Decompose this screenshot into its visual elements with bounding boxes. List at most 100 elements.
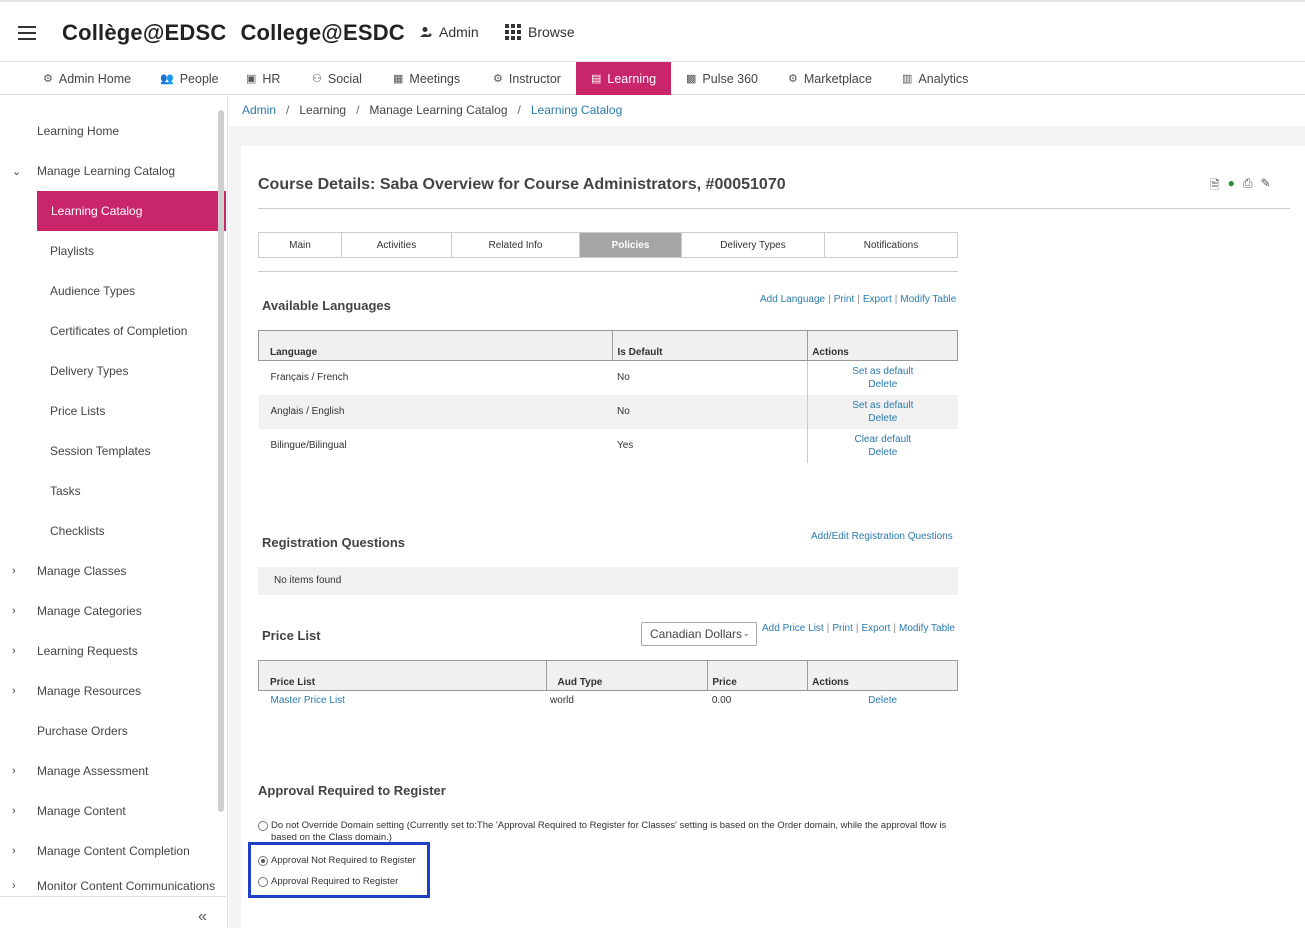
add-edit-registration-questions-link[interactable]: Add/Edit Registration Questions: [811, 531, 953, 542]
print-link[interactable]: Print: [834, 294, 855, 305]
nav-people[interactable]: 👥 People: [160, 62, 219, 95]
registration-links: Add/Edit Registration Questions: [811, 531, 953, 542]
chevron-down-icon: ⌄: [742, 628, 750, 638]
modify-table-link[interactable]: Modify Table: [899, 623, 955, 634]
globe-icon[interactable]: ●: [1228, 176, 1235, 197]
meetings-icon: ▦: [393, 73, 404, 85]
nav-instructor[interactable]: ⚙ Instructor: [493, 62, 561, 95]
tab-activities[interactable]: Activities: [341, 232, 451, 258]
languages-table: Language Is Default Actions Français / F…: [257, 330, 958, 463]
breadcrumb-manage: Manage Learning Catalog: [369, 103, 508, 117]
column-header-is-default: Is Default: [612, 330, 809, 361]
actions-cell: Set as default Delete: [807, 394, 958, 429]
currency-value: Canadian Dollars: [650, 627, 743, 641]
module-nav: ⚙ Admin Home 👥 People ▣ HR ⚇ Social ▦ Meeting…: [0, 62, 1305, 95]
approval-option-label: Do not Override Domain setting (Currentl…: [271, 820, 947, 843]
chevron-right-icon: ›: [12, 845, 16, 857]
set-default-link[interactable]: Set as default: [808, 365, 957, 378]
content-left-band: [229, 126, 241, 928]
title-actions: 🗎 ● ⎙ ✎: [1210, 176, 1271, 197]
tabs-divider: [258, 271, 958, 272]
languages-section-title: Available Languages: [262, 298, 391, 313]
nav-learning[interactable]: ▤ Learning: [576, 62, 671, 95]
nav-hr[interactable]: ▣ HR: [246, 62, 280, 95]
delete-link[interactable]: Delete: [868, 695, 897, 706]
chevron-down-icon: ⌄: [12, 165, 22, 178]
print-icon[interactable]: ⎙: [1243, 176, 1253, 197]
export-link[interactable]: Export: [863, 294, 892, 305]
hr-icon: ▣: [246, 73, 257, 85]
radio-button[interactable]: [258, 821, 268, 831]
no-items-message: No items found: [258, 567, 958, 595]
delete-link[interactable]: Delete: [808, 412, 957, 425]
is-default-cell: No: [616, 372, 630, 384]
nav-marketplace[interactable]: ⚙ Marketplace: [788, 62, 872, 95]
breadcrumb: Admin / Learning / Manage Learning Catalog / L…: [242, 103, 622, 117]
master-price-list-link[interactable]: Master Price List: [271, 695, 345, 706]
marketplace-icon: ⚙: [788, 73, 798, 85]
table-row: Bilingue/Bilingual Yes Clear default Dele…: [259, 428, 958, 463]
tab-notifications[interactable]: Notifications: [824, 232, 958, 258]
nav-meetings[interactable]: ▦ Meetings: [393, 62, 460, 95]
column-header-price-list: Price List: [258, 660, 547, 691]
learning-icon: ▤: [591, 73, 602, 85]
tab-main[interactable]: Main: [258, 232, 341, 258]
chevron-right-icon: ›: [12, 605, 16, 617]
sidebar-item-delivery-types[interactable]: Delivery Types: [0, 351, 226, 391]
aud-type-cell: world: [550, 695, 574, 706]
print-link[interactable]: Print: [832, 623, 853, 634]
sidebar-item-manage-classes[interactable]: › Manage Classes: [0, 551, 226, 591]
modify-table-link[interactable]: Modify Table: [900, 294, 956, 305]
edit-icon[interactable]: ✎: [1261, 176, 1271, 197]
sidebar-item-tasks[interactable]: Tasks: [0, 471, 226, 511]
sidebar-item-price-lists[interactable]: Price Lists: [0, 391, 226, 431]
sidebar-item-manage-resources[interactable]: › Manage Resources: [0, 671, 226, 711]
chevron-right-icon: ›: [12, 685, 16, 697]
sidebar-item-learning-catalog[interactable]: Learning Catalog: [37, 191, 226, 231]
chevron-right-icon: ›: [12, 880, 16, 892]
column-header-language: Language: [257, 330, 614, 361]
sidebar-item-learning-home[interactable]: Learning Home: [0, 111, 226, 151]
sidebar-item-playlists[interactable]: Playlists: [0, 231, 226, 271]
language-cell: Français / French: [270, 372, 349, 384]
admin-button[interactable]: Admin: [420, 24, 479, 40]
nav-social[interactable]: ⚇ Social: [312, 62, 362, 95]
sidebar-item-purchase-orders[interactable]: Purchase Orders: [0, 711, 226, 751]
collapse-sidebar-icon[interactable]: «: [198, 908, 207, 926]
breadcrumb-catalog[interactable]: Learning Catalog: [531, 103, 622, 117]
nav-admin-home[interactable]: ⚙ Admin Home: [43, 62, 131, 95]
set-default-link[interactable]: Set as default: [808, 399, 957, 412]
breadcrumb-admin[interactable]: Admin: [242, 103, 276, 117]
page-title: Course Details: Saba Overview for Course…: [258, 176, 786, 193]
sidebar-item-manage-content[interactable]: › Manage Content: [0, 791, 226, 831]
sidebar-item-manage-assessment[interactable]: › Manage Assessment: [0, 751, 226, 791]
export-link[interactable]: Export: [861, 623, 890, 634]
add-price-list-link[interactable]: Add Price List: [762, 623, 824, 634]
document-icon[interactable]: 🗎: [1210, 176, 1220, 197]
delete-link[interactable]: Delete: [808, 446, 957, 459]
add-language-link[interactable]: Add Language: [760, 294, 825, 305]
delete-link[interactable]: Delete: [808, 378, 957, 391]
admin-person-icon: [420, 27, 432, 37]
table-row: Français / French No Set as default Delet…: [259, 360, 958, 395]
app-brand[interactable]: Collège@EDSC College@ESDC: [62, 20, 405, 46]
approval-option-override[interactable]: Do not Override Domain setting (Currentl…: [258, 820, 958, 844]
sidebar-item-manage-content-completion[interactable]: › Manage Content Completion: [0, 831, 226, 871]
sidebar-item-checklists[interactable]: Checklists: [0, 511, 226, 551]
sidebar-scrollbar[interactable]: [218, 110, 224, 812]
browse-button[interactable]: Browse: [505, 24, 575, 40]
currency-select[interactable]: Canadian Dollars ⌄: [641, 622, 757, 646]
sidebar-item-learning-requests[interactable]: › Learning Requests: [0, 631, 226, 671]
tab-policies[interactable]: Policies: [579, 232, 681, 258]
sidebar-item-manage-learning-catalog[interactable]: ⌄ Manage Learning Catalog: [0, 151, 226, 191]
clear-default-link[interactable]: Clear default: [808, 433, 957, 446]
sidebar-item-manage-categories[interactable]: › Manage Categories: [0, 591, 226, 631]
tab-delivery-types[interactable]: Delivery Types: [681, 232, 824, 258]
sidebar-item-session-templates[interactable]: Session Templates: [0, 431, 226, 471]
tab-related-info[interactable]: Related Info: [451, 232, 579, 258]
sidebar-item-audience-types[interactable]: Audience Types: [0, 271, 226, 311]
sidebar-item-certificates[interactable]: Certificates of Completion: [0, 311, 226, 351]
menu-icon[interactable]: [18, 26, 36, 40]
nav-analytics[interactable]: ▥ Analytics: [902, 62, 968, 95]
nav-pulse-360[interactable]: ▩ Pulse 360: [686, 62, 758, 95]
